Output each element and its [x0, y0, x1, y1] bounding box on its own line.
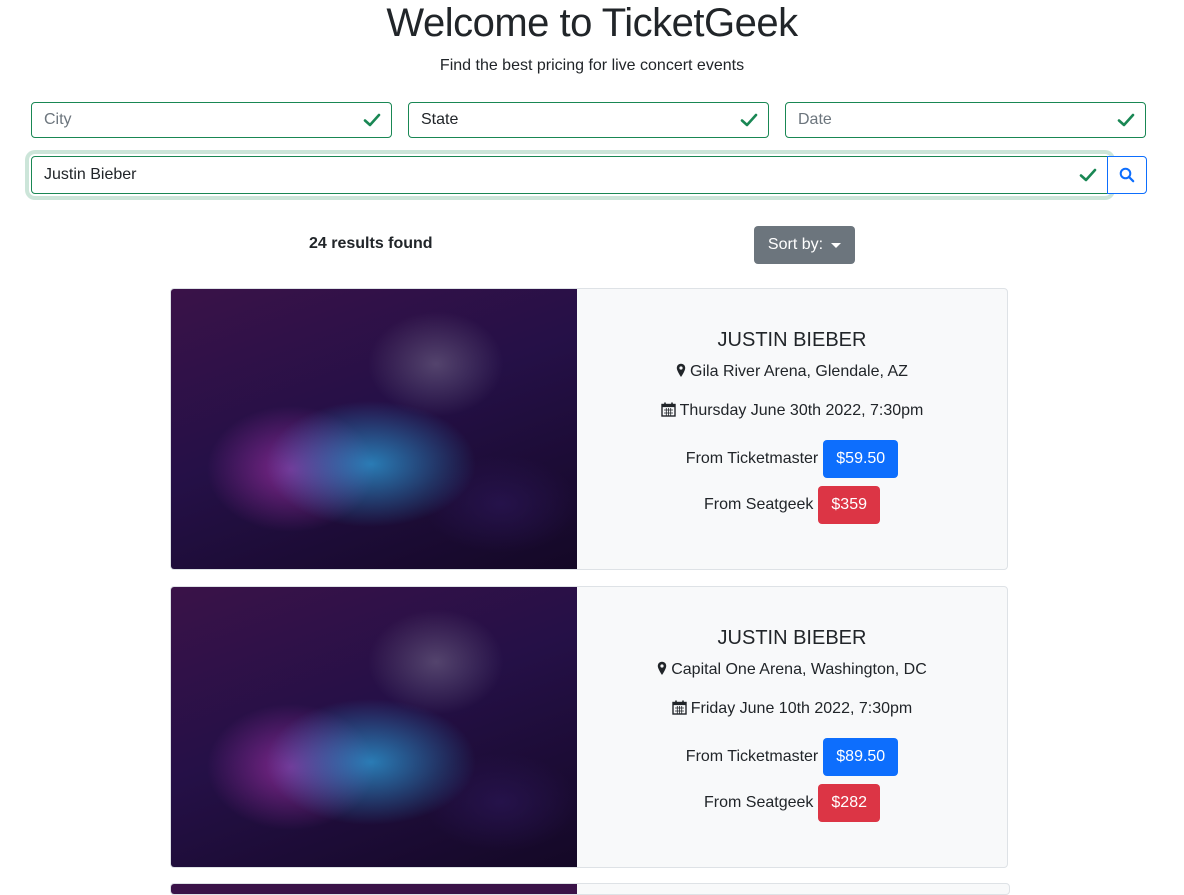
results-count: 24 results found — [309, 235, 433, 252]
date-input[interactable] — [786, 103, 1145, 137]
event-artist: JUSTIN BIEBER — [717, 329, 867, 351]
ticketmaster-row: From Ticketmaster $89.50 — [577, 738, 1007, 776]
sort-dropdown-button[interactable]: Sort by: — [754, 226, 855, 264]
page-subtitle: Find the best pricing for live concert e… — [439, 57, 745, 74]
ticketmaster-label: From Ticketmaster — [685, 748, 819, 765]
state-input[interactable] — [409, 103, 768, 137]
event-details: JUSTIN BIEBER Capital One Arena, Washing… — [577, 587, 1007, 867]
event-image — [171, 587, 577, 867]
check-icon — [1079, 168, 1097, 182]
event-date: Thursday June 30th 2022, 7:30pm — [577, 402, 1007, 420]
caret-down-icon — [831, 242, 842, 248]
event-card[interactable]: JUSTIN BIEBER Capital One Arena, Washing… — [170, 586, 1008, 868]
page-title: Welcome to TicketGeek — [386, 1, 798, 45]
seatgeek-label: From Seatgeek — [704, 496, 814, 513]
city-field[interactable] — [31, 102, 392, 138]
event-venue: Capital One Arena, Washington, DC — [577, 661, 1007, 679]
event-venue: Gila River Arena, Glendale, AZ — [577, 363, 1007, 381]
seatgeek-row: From Seatgeek $359 — [577, 486, 1007, 524]
check-icon — [740, 113, 758, 127]
calendar-icon — [672, 700, 687, 715]
event-details: JUSTIN BIEBER Gila River Arena, Glendale… — [577, 289, 1007, 569]
search-input[interactable] — [32, 157, 1107, 193]
ticketmaster-price-button[interactable]: $59.50 — [823, 440, 899, 478]
seatgeek-label: From Seatgeek — [704, 794, 814, 811]
ticketmaster-price-button[interactable]: $89.50 — [823, 738, 899, 776]
search-icon — [1119, 167, 1135, 183]
event-date: Friday June 10th 2022, 7:30pm — [577, 700, 1007, 718]
sort-label: Sort by: — [767, 236, 824, 253]
seatgeek-price-button[interactable]: $282 — [818, 784, 880, 822]
city-input[interactable] — [32, 103, 391, 137]
map-marker-icon — [676, 363, 686, 377]
seatgeek-row: From Seatgeek $282 — [577, 784, 1007, 822]
event-card-partial — [170, 883, 1010, 895]
calendar-icon — [660, 402, 676, 417]
event-venue-text: Gila River Arena, Glendale, AZ — [690, 363, 908, 380]
check-icon — [363, 113, 381, 127]
search-button[interactable] — [1107, 156, 1147, 194]
search-field[interactable] — [31, 156, 1108, 194]
event-date-text: Thursday June 30th 2022, 7:30pm — [679, 402, 924, 419]
seatgeek-price-button[interactable]: $359 — [818, 486, 880, 524]
event-card[interactable]: JUSTIN BIEBER Gila River Arena, Glendale… — [170, 288, 1008, 570]
ticketmaster-label: From Ticketmaster — [685, 450, 819, 467]
state-select[interactable] — [408, 102, 769, 138]
event-image — [171, 289, 577, 569]
event-date-text: Friday June 10th 2022, 7:30pm — [690, 700, 913, 717]
ticketmaster-row: From Ticketmaster $59.50 — [577, 440, 1007, 478]
check-icon — [1117, 113, 1135, 127]
event-artist: JUSTIN BIEBER — [717, 627, 867, 649]
event-venue-text: Capital One Arena, Washington, DC — [671, 661, 927, 678]
date-field[interactable] — [785, 102, 1146, 138]
map-marker-icon — [658, 661, 667, 675]
